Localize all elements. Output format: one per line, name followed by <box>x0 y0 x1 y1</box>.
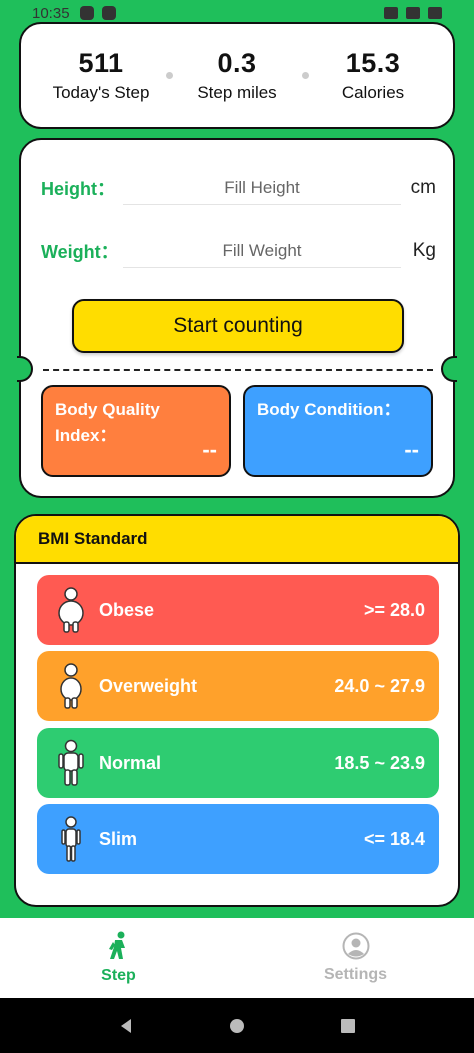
body-condition-value: -- <box>404 437 419 462</box>
obese-person-icon <box>58 587 84 633</box>
bmi-row-obese: Obese >= 28.0 <box>37 575 439 645</box>
calories-value: 15.3 <box>345 48 401 78</box>
dashed-divider <box>43 369 433 371</box>
miles-label: Step miles <box>197 83 277 102</box>
start-counting-button[interactable]: Start counting <box>72 299 404 353</box>
stat-calories: 15.3 Calories <box>313 48 433 103</box>
body-condition-box: Body Condition： -- <box>243 385 433 477</box>
status-time: 10:35 <box>32 4 70 22</box>
height-row: Height： cm <box>41 168 436 208</box>
bmi-category-label: Obese <box>99 599 155 620</box>
nav-tab-step[interactable]: Step <box>0 918 237 998</box>
app-notification-icon <box>101 6 116 20</box>
system-navigation-bar <box>0 998 474 1053</box>
home-icon[interactable] <box>228 1017 246 1035</box>
steps-value: 511 <box>78 48 124 78</box>
bmi-row-overweight: Overweight 24.0 ~ 27.9 <box>37 651 439 721</box>
slim-person-icon <box>61 816 81 862</box>
weight-input[interactable] <box>123 234 401 268</box>
bmi-category-label: Normal <box>99 752 162 773</box>
weight-label: Weight： <box>41 242 119 262</box>
user-avatar-icon <box>342 932 369 960</box>
bmi-range-value: <= 18.4 <box>363 828 425 849</box>
nav-tab-settings[interactable]: Settings <box>237 918 474 998</box>
body-quality-index-value: -- <box>202 437 217 462</box>
back-icon[interactable] <box>117 1017 135 1035</box>
recents-icon[interactable] <box>339 1017 357 1035</box>
calories-label: Calories <box>341 83 405 102</box>
height-unit: cm <box>410 177 436 198</box>
weight-row: Weight： Kg <box>41 231 436 271</box>
wifi-icon <box>406 7 420 19</box>
steps-label: Today's Step <box>52 83 150 102</box>
bmi-category-label: Slim <box>99 828 138 849</box>
walking-person-icon <box>108 931 125 959</box>
cast-icon <box>384 7 398 19</box>
bmi-row-slim: Slim <= 18.4 <box>37 804 439 874</box>
stat-steps: 511 Today's Step <box>41 48 161 103</box>
stats-card: 511 Today's Step 0.3 Step miles 15.3 Cal… <box>19 22 455 129</box>
height-input[interactable] <box>123 171 401 205</box>
nav-settings-label: Settings <box>323 966 388 983</box>
miles-value: 0.3 <box>217 48 257 78</box>
body-quality-index-title: Body Quality Index： <box>55 400 160 445</box>
battery-icon <box>428 7 442 19</box>
bmi-standard-card: BMI Standard Obese >= 28.0 Overweight 24… <box>14 514 460 907</box>
separator-dot <box>301 72 309 79</box>
overweight-person-icon <box>60 663 82 709</box>
body-quality-index-box: Body Quality Index： -- <box>41 385 231 477</box>
height-label: Height： <box>41 179 115 199</box>
separator-dot <box>165 72 173 79</box>
bmi-row-normal: Normal 18.5 ~ 23.9 <box>37 728 439 798</box>
normal-person-icon <box>58 739 84 786</box>
weight-unit: Kg <box>412 240 436 261</box>
bottom-navigation: Step Settings <box>0 918 474 998</box>
bmi-range-value: 18.5 ~ 23.9 <box>334 752 425 773</box>
bmi-standard-title: BMI Standard <box>16 516 458 564</box>
stat-miles: 0.3 Step miles <box>177 48 297 103</box>
bmi-category-label: Overweight <box>99 675 198 696</box>
ticket-notch-left <box>17 356 33 382</box>
body-condition-title: Body Condition： <box>257 400 401 419</box>
notification-icon <box>79 6 94 20</box>
bmi-range-value: 24.0 ~ 27.9 <box>334 675 425 696</box>
bmi-range-value: >= 28.0 <box>363 599 425 620</box>
ticket-notch-right <box>441 356 457 382</box>
nav-step-label: Step <box>101 967 136 984</box>
bmi-input-card: Height： cm Weight： Kg Start counting Bod… <box>17 138 457 498</box>
